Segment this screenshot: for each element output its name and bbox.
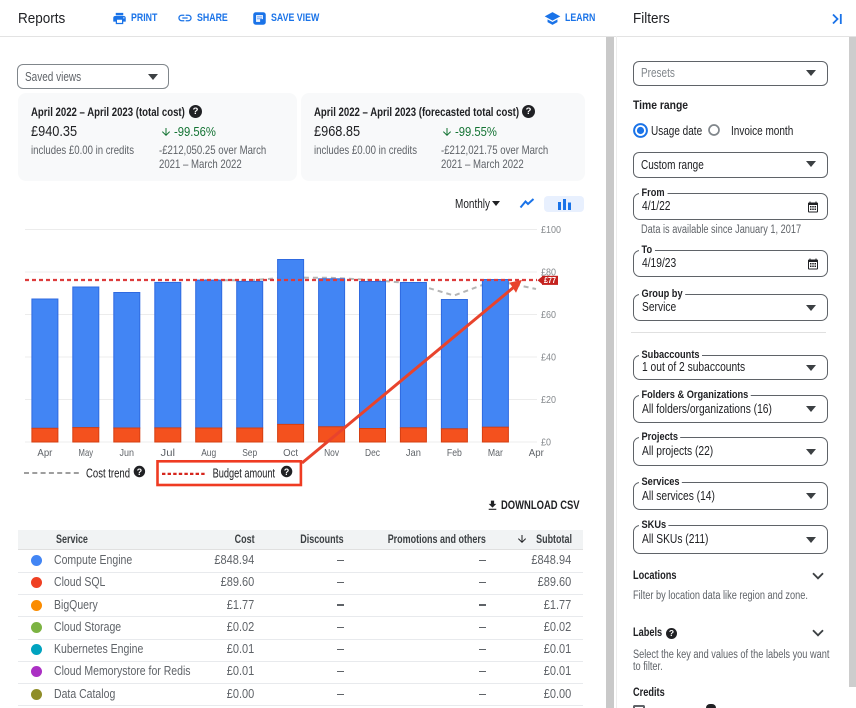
svg-text:?: ?: [284, 467, 289, 477]
svg-text:£100: £100: [541, 225, 562, 236]
svg-text:Oct: Oct: [283, 447, 298, 459]
svg-text:Dec: Dec: [365, 447, 380, 459]
svg-text:Jan: Jan: [406, 447, 421, 459]
svg-text:Apr: Apr: [529, 447, 544, 459]
svg-text:May: May: [79, 447, 94, 459]
svg-text:£77: £77: [544, 276, 556, 285]
svg-text:Feb: Feb: [447, 447, 462, 459]
svg-text:Budget amount: Budget amount: [213, 467, 276, 481]
svg-text:?: ?: [137, 467, 142, 477]
svg-text:Sep: Sep: [242, 447, 257, 459]
svg-text:Jul: Jul: [161, 447, 176, 459]
svg-text:£60: £60: [541, 310, 556, 321]
svg-text:Jun: Jun: [120, 447, 135, 459]
svg-text:Nov: Nov: [324, 447, 340, 459]
svg-text:Mar: Mar: [488, 447, 503, 459]
svg-text:£40: £40: [541, 352, 556, 363]
svg-text:Cost trend: Cost trend: [86, 467, 130, 481]
svg-text:Apr: Apr: [37, 447, 52, 459]
svg-text:Aug: Aug: [201, 447, 216, 459]
svg-text:£20: £20: [541, 395, 556, 406]
